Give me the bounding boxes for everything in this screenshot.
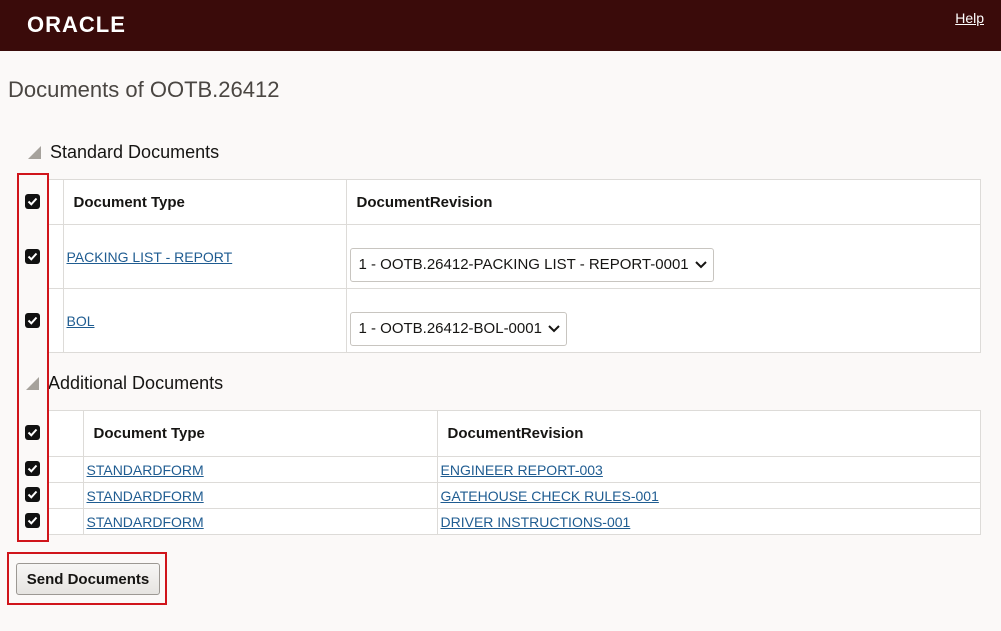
column-header-document-revision: DocumentRevision bbox=[345, 179, 981, 225]
table-header-row: Document Type DocumentRevision bbox=[48, 179, 981, 225]
document-type-link[interactable]: BOL bbox=[67, 313, 95, 329]
additional-documents-heading: Additional Documents bbox=[48, 373, 224, 393]
document-type-link[interactable]: STANDARDFORM bbox=[87, 462, 204, 478]
column-header-document-type: Document Type bbox=[62, 179, 347, 225]
document-type-link[interactable]: STANDARDFORM bbox=[87, 514, 204, 530]
table-row: STANDARDFORM ENGINEER REPORT-003 bbox=[48, 456, 981, 483]
column-header-document-revision: DocumentRevision bbox=[436, 410, 981, 457]
help-link[interactable]: Help bbox=[955, 10, 984, 26]
send-button-highlight bbox=[7, 552, 167, 605]
page-title: Documents of OOTB.26412 bbox=[8, 77, 280, 102]
column-header-document-type: Document Type bbox=[82, 410, 438, 457]
top-bar: ORACLE Help bbox=[0, 0, 1001, 51]
table-row: STANDARDFORM DRIVER INSTRUCTIONS-001 bbox=[48, 508, 981, 535]
collapse-triangle-icon[interactable] bbox=[28, 146, 41, 159]
table-header-row: Document Type DocumentRevision bbox=[48, 410, 981, 457]
table-row: STANDARDFORM GATEHOUSE CHECK RULES-001 bbox=[48, 482, 981, 509]
document-revision-link[interactable]: ENGINEER REPORT-003 bbox=[441, 462, 603, 478]
document-type-link[interactable]: STANDARDFORM bbox=[87, 488, 204, 504]
standard-documents-header[interactable]: Standard Documents bbox=[28, 142, 219, 163]
additional-documents-header[interactable]: Additional Documents bbox=[26, 373, 223, 394]
selected-revision: 1 - OOTB.26412-PACKING LIST - REPORT-000… bbox=[358, 256, 689, 273]
table-row: PACKING LIST - REPORT 1 - OOTB.26412-PAC… bbox=[48, 224, 981, 289]
checkbox-column-highlight bbox=[17, 173, 49, 542]
chevron-down-icon bbox=[548, 324, 560, 332]
table-row: BOL 1 - OOTB.26412-BOL-0001 bbox=[48, 288, 981, 353]
document-revision-select[interactable]: 1 - OOTB.26412-BOL-0001 bbox=[349, 311, 567, 346]
additional-documents-table: Document Type DocumentRevision STANDARDF… bbox=[48, 410, 981, 535]
chevron-down-icon bbox=[694, 260, 707, 268]
oracle-logo: ORACLE bbox=[27, 12, 126, 37]
document-revision-link[interactable]: DRIVER INSTRUCTIONS-001 bbox=[441, 514, 631, 530]
document-revision-link[interactable]: GATEHOUSE CHECK RULES-001 bbox=[441, 488, 659, 504]
document-revision-select[interactable]: 1 - OOTB.26412-PACKING LIST - REPORT-000… bbox=[349, 247, 714, 282]
standard-documents-table: Document Type DocumentRevision PACKING L… bbox=[48, 179, 981, 353]
document-type-link[interactable]: PACKING LIST - REPORT bbox=[67, 249, 233, 265]
standard-documents-heading: Standard Documents bbox=[50, 142, 220, 162]
selected-revision: 1 - OOTB.26412-BOL-0001 bbox=[358, 320, 542, 337]
